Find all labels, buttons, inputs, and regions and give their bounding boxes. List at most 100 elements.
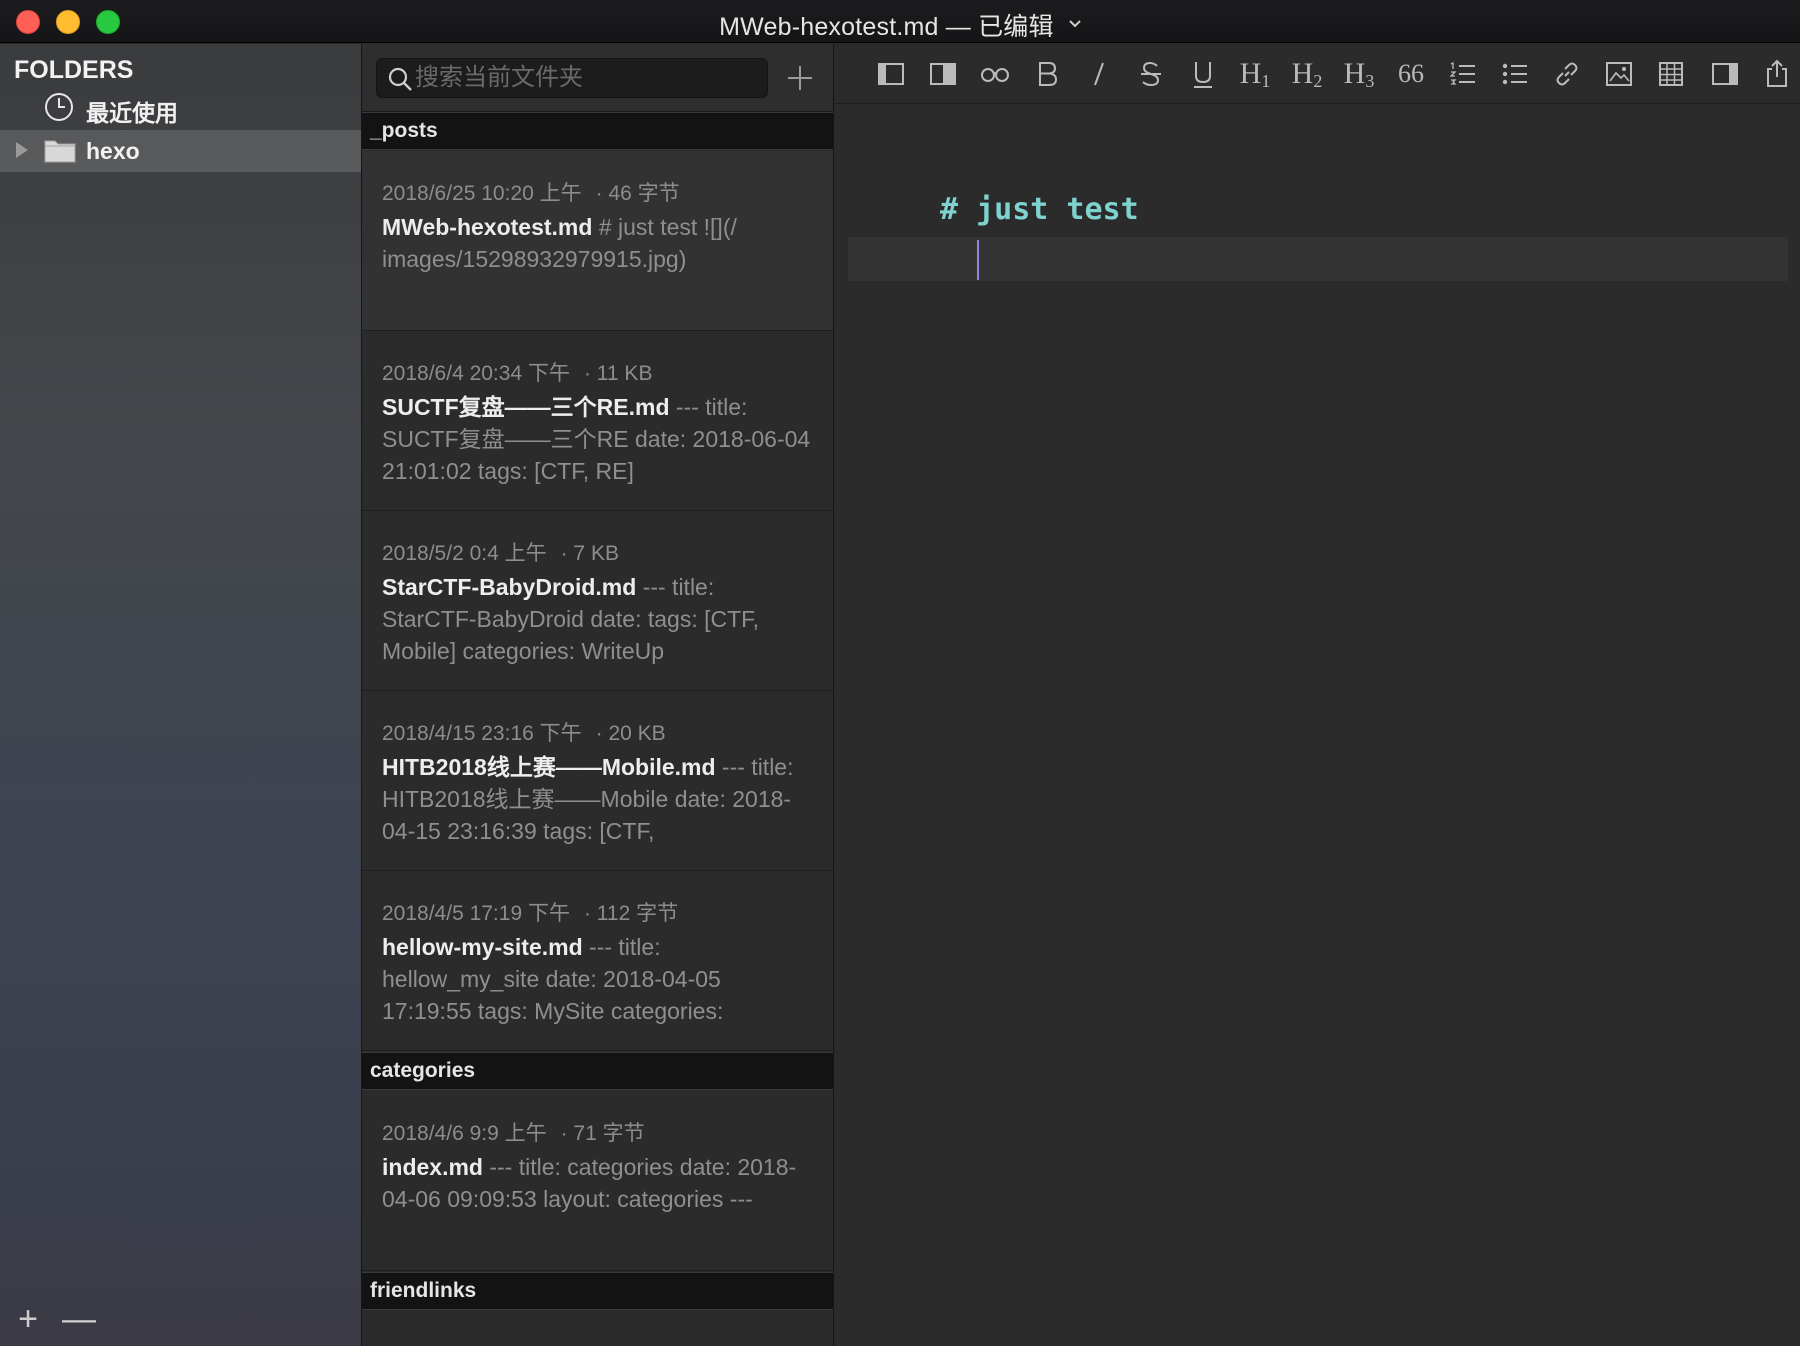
image-icon bbox=[1606, 62, 1632, 86]
note-item[interactable]: 2018/4/6 9:9 上午 · 71 字节 index.md --- titl… bbox=[362, 1091, 833, 1271]
note-item[interactable]: 2018/6/4 20:34 下午 · 11 KB SUCTF复盘——三个RE.m… bbox=[362, 331, 833, 511]
bold-icon bbox=[1039, 62, 1058, 86]
note-size: · 11 KB bbox=[583, 362, 653, 385]
share-icon bbox=[1767, 59, 1787, 87]
underline-button[interactable] bbox=[1185, 56, 1221, 92]
remove-folder-button[interactable]: — bbox=[62, 1302, 96, 1336]
note-filename: hellow-my-site.md bbox=[382, 934, 583, 960]
note-preview: StarCTF-BabyDroid.md --- title: StarCTF-… bbox=[382, 571, 814, 667]
note-item[interactable]: 2018/5/2 0:4 上午 · 7 KB StarCTF-BabyDroid.… bbox=[362, 511, 833, 691]
quote-button[interactable]: 66 bbox=[1393, 56, 1429, 92]
quote-label: 66 bbox=[1398, 59, 1424, 88]
window-title-text: MWeb-hexotest.md — 已编辑 bbox=[719, 13, 1054, 41]
sidebar-left-icon bbox=[878, 63, 904, 85]
note-filename: StarCTF-BabyDroid.md bbox=[382, 574, 637, 600]
clock-icon bbox=[45, 93, 73, 121]
strikethrough-button[interactable] bbox=[1133, 56, 1169, 92]
folders-heading: FOLDERS bbox=[14, 56, 134, 84]
sidebar-footer: + — bbox=[0, 1296, 361, 1346]
note-preview: SUCTF复盘——三个RE.md --- title: SUCTF复盘——三个R… bbox=[382, 391, 814, 487]
search-bar bbox=[362, 44, 833, 112]
window-title[interactable]: MWeb-hexotest.md — 已编辑 bbox=[0, 7, 1800, 43]
note-size: · 7 KB bbox=[560, 542, 619, 565]
heading3-level: 3 bbox=[1365, 71, 1375, 91]
note-meta: 2018/4/6 9:9 上午 · 71 字节 bbox=[382, 1117, 814, 1145]
ordered-list-button[interactable] bbox=[1445, 56, 1481, 92]
search-input[interactable] bbox=[415, 61, 755, 95]
italic-button[interactable] bbox=[1081, 56, 1117, 92]
note-preview: index.md --- title: categories date: 201… bbox=[382, 1151, 814, 1247]
text-caret bbox=[977, 240, 979, 280]
chevron-down-icon bbox=[1069, 20, 1081, 28]
note-meta: 2018/6/25 10:20 上午 · 46 字节 bbox=[382, 177, 814, 205]
note-meta: 2018/6/4 20:34 下午 · 11 KB bbox=[382, 357, 814, 385]
folder-icon bbox=[44, 140, 76, 163]
table-icon bbox=[1659, 62, 1683, 86]
heading1-button[interactable]: H1 bbox=[1237, 56, 1273, 92]
sidebar-right-icon bbox=[1712, 63, 1738, 85]
heading3-button[interactable]: H3 bbox=[1341, 56, 1377, 92]
title-bar: MWeb-hexotest.md — 已编辑 bbox=[0, 0, 1800, 43]
note-item[interactable]: 2018/4/15 23:16 下午 · 20 KB HITB2018线上赛——M… bbox=[362, 691, 833, 871]
glasses-icon bbox=[981, 68, 1009, 82]
note-meta: 2018/4/5 17:19 下午 · 112 字节 bbox=[382, 897, 814, 925]
group-header-categories: categories bbox=[362, 1052, 833, 1090]
note-date: 2018/4/5 17:19 下午 bbox=[382, 902, 570, 925]
note-date: 2018/6/25 10:20 上午 bbox=[382, 182, 582, 205]
editor-toolbar: H1 H2 H3 66 bbox=[835, 44, 1800, 104]
share-button[interactable] bbox=[1759, 56, 1795, 92]
unordered-list-button[interactable] bbox=[1497, 56, 1533, 92]
note-filename: SUCTF复盘——三个RE.md bbox=[382, 394, 670, 420]
strikethrough-icon bbox=[1141, 61, 1161, 87]
editor-heading-line[interactable]: # just test bbox=[940, 192, 1139, 227]
note-date: 2018/5/2 0:4 上午 bbox=[382, 542, 547, 565]
note-preview: hellow-my-site.md --- title: hellow_my_s… bbox=[382, 931, 814, 1027]
note-date: 2018/4/6 9:9 上午 bbox=[382, 1122, 547, 1145]
group-header-posts: _posts bbox=[362, 112, 833, 150]
heading1-level: 1 bbox=[1261, 71, 1271, 91]
note-filename: index.md bbox=[382, 1154, 483, 1180]
note-date: 2018/4/15 23:16 下午 bbox=[382, 722, 582, 745]
preview-button[interactable] bbox=[977, 56, 1013, 92]
table-button[interactable] bbox=[1653, 56, 1689, 92]
note-meta: 2018/5/2 0:4 上午 · 7 KB bbox=[382, 537, 814, 565]
add-folder-button[interactable]: + bbox=[12, 1302, 44, 1336]
note-item[interactable]: 2018/4/5 17:19 下午 · 112 字节 hellow-my-site… bbox=[362, 871, 833, 1051]
note-size: · 46 字节 bbox=[595, 182, 680, 205]
image-button[interactable] bbox=[1601, 56, 1637, 92]
note-list: _posts 2018/6/25 10:20 上午 · 46 字节 MWeb-he… bbox=[362, 44, 834, 1346]
italic-icon bbox=[1094, 62, 1104, 86]
note-size: · 112 字节 bbox=[583, 902, 679, 925]
search-icon bbox=[388, 67, 412, 91]
toggle-split-button[interactable] bbox=[925, 56, 961, 92]
note-filename: MWeb-hexotest.md bbox=[382, 214, 593, 240]
sidebar: FOLDERS 最近使用 hexo + — bbox=[0, 44, 362, 1346]
heading3-label: H bbox=[1343, 57, 1366, 90]
note-meta: 2018/4/15 23:16 下午 · 20 KB bbox=[382, 717, 814, 745]
add-note-button[interactable] bbox=[782, 60, 818, 96]
split-view-icon bbox=[930, 63, 956, 85]
group-header-friendlinks: friendlinks bbox=[362, 1272, 833, 1310]
note-date: 2018/6/4 20:34 下午 bbox=[382, 362, 570, 385]
toggle-outline-button[interactable] bbox=[1707, 56, 1743, 92]
editor-pane: H1 H2 H3 66 # just test bbox=[835, 44, 1800, 1346]
ordered-list-icon bbox=[1449, 61, 1475, 85]
note-size: · 20 KB bbox=[595, 722, 666, 745]
search-box[interactable] bbox=[376, 58, 768, 98]
heading2-level: 2 bbox=[1313, 71, 1323, 91]
toggle-sidebar-button[interactable] bbox=[873, 56, 909, 92]
note-preview: MWeb-hexotest.md # just test ![](/ image… bbox=[382, 211, 814, 307]
sidebar-item-label: 最近使用 bbox=[86, 100, 178, 126]
note-size: · 71 字节 bbox=[560, 1122, 645, 1145]
note-item[interactable]: 2018/6/25 10:20 上午 · 46 字节 MWeb-hexotest.… bbox=[362, 151, 833, 331]
unordered-list-icon bbox=[1502, 63, 1527, 85]
sidebar-item-hexo[interactable]: hexo bbox=[0, 130, 361, 172]
note-filename: HITB2018线上赛——Mobile.md bbox=[382, 754, 716, 780]
sidebar-item-label: hexo bbox=[86, 138, 140, 164]
bold-button[interactable] bbox=[1029, 56, 1065, 92]
disclosure-triangle-icon[interactable] bbox=[16, 142, 28, 158]
sidebar-item-recent[interactable]: 最近使用 bbox=[0, 88, 361, 128]
heading1-label: H bbox=[1239, 57, 1262, 90]
link-button[interactable] bbox=[1549, 56, 1585, 92]
heading2-button[interactable]: H2 bbox=[1289, 56, 1325, 92]
